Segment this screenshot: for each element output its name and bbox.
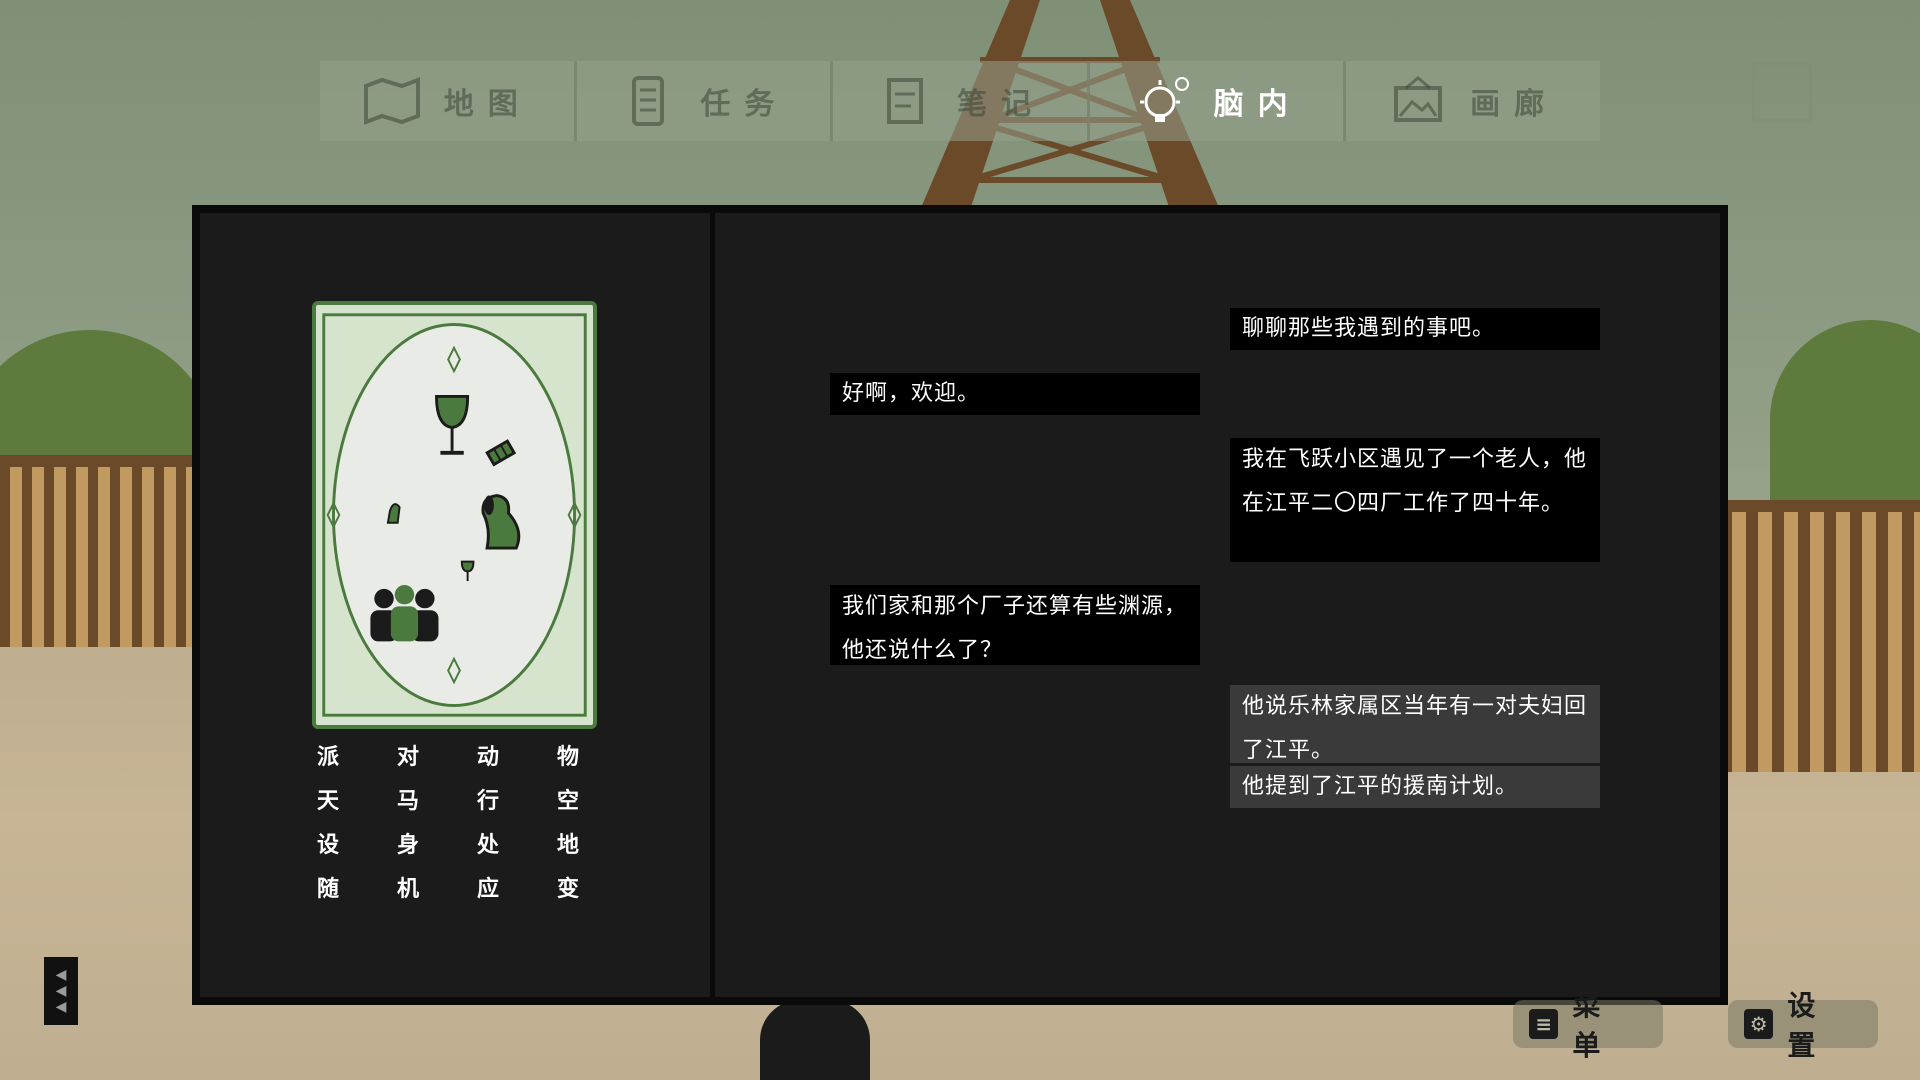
keyword-char: 动 [476,745,499,770]
keyword-char: 天 [316,789,339,814]
close-panel-icon[interactable] [1752,62,1812,122]
tab-map[interactable]: 地图 [320,61,577,141]
card-illustration [316,307,593,723]
tab-label: 任务 [700,87,789,122]
notes-icon [886,78,923,124]
tab-brain[interactable]: 脑内 [1090,61,1347,141]
background-fence [0,455,200,647]
keyword-char: 地 [556,833,579,858]
task-list-icon [632,76,665,126]
keyword-char: 应 [476,877,499,902]
top-tab-bar: 地图 任务 笔记 脑内 画廊 [320,61,1600,141]
brain-panel: 派 对 动 物 天 马 行 空 设 身 处 地 随 机 应 变 聊聊那些我遇到的… [192,205,1728,1005]
people-group-icon [370,584,439,642]
background-fence [1720,500,1920,772]
dialogue-choice-option[interactable]: 他提到了江平的援南计划。 [1230,766,1600,808]
rewind-icon: ◀ [55,967,67,983]
tab-tasks[interactable]: 任务 [577,61,834,141]
brain-idea-icon [1139,77,1189,122]
keyword-char: 行 [476,789,499,814]
map-icon [363,77,420,125]
rewind-icon: ◀ [55,983,67,999]
dialogue-choice-option[interactable]: 他说乐林家属区当年有一对夫妇回了江平。 [1230,685,1600,763]
card-keywords: 派 对 动 物 天 马 行 空 设 身 处 地 随 机 应 变 [288,743,608,905]
topic-card[interactable] [312,301,597,729]
dialogue-bubble-player: 我在飞跃小区遇见了一个老人，他在江平二〇四厂工作了四十年。 [1230,438,1600,562]
keyword-char: 随 [316,877,339,902]
keyword-char: 处 [476,833,499,858]
panel-divider [710,213,715,997]
keyword-char: 物 [556,745,579,770]
keyword-char: 派 [316,745,339,770]
menu-button[interactable]: ≡ 菜单 [1513,989,1663,1062]
tab-notes[interactable]: 笔记 [833,61,1090,141]
gear-icon: ⚙ [1744,1009,1774,1039]
keyword-char: 设 [316,833,339,858]
keyword-char: 对 [396,745,419,770]
rewind-button[interactable]: ◀ ◀ ◀ [44,957,78,1025]
dialogue-bubble-player: 聊聊那些我遇到的事吧。 [1230,308,1600,350]
dialogue-bubble-npc: 我们家和那个厂子还算有些渊源，他还说什么了？ [830,585,1200,665]
rewind-icon: ◀ [55,999,67,1015]
tab-label: 笔记 [956,87,1045,122]
keyword-char: 机 [396,877,419,902]
tab-label: 画廊 [1470,87,1559,122]
menu-label: 菜单 [1572,989,1611,1062]
keyword-char: 变 [556,877,579,902]
keyword-char: 马 [396,789,419,814]
menu-icon: ≡ [1529,1009,1559,1039]
keyword-char: 空 [556,789,579,814]
tab-label: 地图 [443,87,532,122]
settings-label: 设置 [1787,989,1826,1062]
settings-button[interactable]: ⚙ 设置 [1728,989,1878,1062]
keyword-char: 身 [396,833,419,858]
background-silhouette [760,1000,870,1080]
dialogue-bubble-npc: 好啊，欢迎。 [830,373,1200,415]
gallery-icon [1394,76,1443,122]
tab-label: 脑内 [1213,87,1302,122]
tab-gallery[interactable]: 画廊 [1346,61,1600,141]
